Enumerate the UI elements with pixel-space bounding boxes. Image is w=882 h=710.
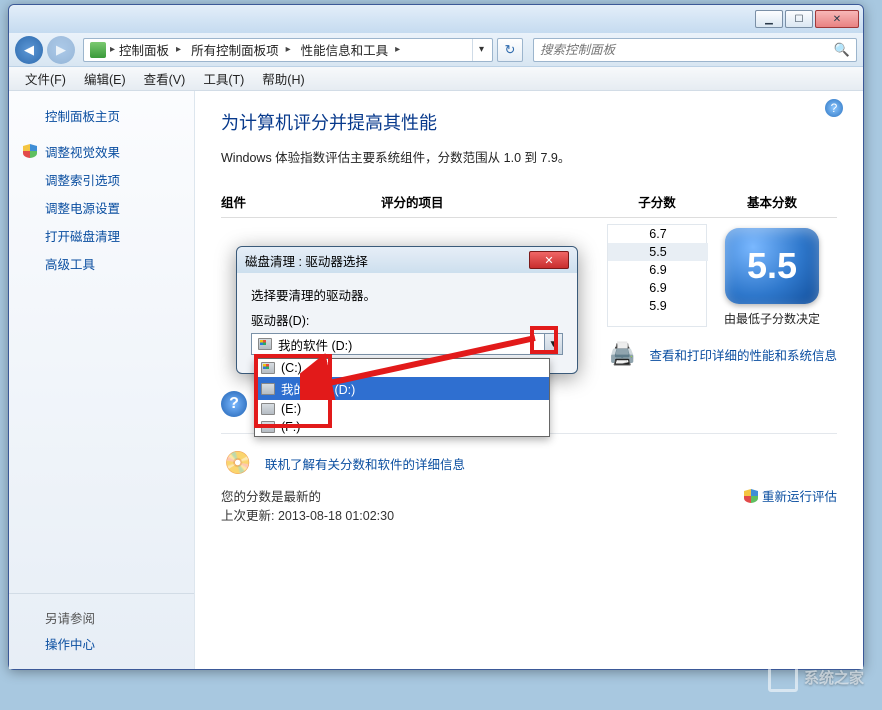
base-score-note: 由最低子分数决定 (724, 310, 820, 327)
dialog-close-button[interactable]: ✕ (529, 251, 569, 269)
sidebar: 控制面板主页 调整视觉效果 调整索引选项 调整电源设置 打开磁盘清理 高级工具 … (9, 91, 195, 669)
link-label: 联机了解有关分数和软件的详细信息 (265, 454, 465, 473)
sidebar-power[interactable]: 调整电源设置 (9, 195, 194, 223)
subscore-value-lowest: 5.5 (608, 243, 708, 261)
menu-help[interactable]: 帮助(H) (254, 67, 312, 90)
status-block: 您的分数是最新的 上次更新: 2013-08-18 01:02:30 重新运行评… (221, 486, 837, 524)
subscore-value: 5.9 (608, 297, 708, 315)
link-label: 重新运行评估 (762, 486, 837, 505)
col-rated-item: 评分的项目 (381, 192, 607, 211)
drive-option-f[interactable]: (F:) (255, 418, 549, 436)
menu-view[interactable]: 查看(V) (136, 67, 194, 90)
base-score-box: 5.5 由最低子分数决定 (707, 224, 837, 327)
shield-icon (23, 144, 37, 158)
nav-toolbar: ◀ ▶ ▸ 控制面板 所有控制面板项 性能信息和工具 ▾ ↻ 🔍 (9, 33, 863, 67)
drive-dropdown-list: (C:) 我的软件 (D:) (E:) (F:) (254, 358, 550, 437)
location-icon (90, 42, 106, 58)
maximize-button[interactable] (785, 10, 813, 28)
search-input[interactable] (540, 43, 834, 57)
sidebar-item-label: 调整视觉效果 (45, 146, 120, 160)
col-subscore: 子分数 (607, 192, 707, 211)
page-title: 为计算机评分并提高其性能 (221, 109, 837, 135)
sidebar-home[interactable]: 控制面板主页 (9, 103, 194, 131)
nav-back-button[interactable]: ◀ (15, 36, 43, 64)
breadcrumb-dropdown[interactable]: ▾ (472, 39, 490, 61)
breadcrumb-control-panel[interactable]: 控制面板 (115, 39, 187, 61)
drive-option-d[interactable]: 我的软件 (D:) (255, 377, 549, 400)
base-score-badge: 5.5 (725, 228, 819, 304)
drive-option-c[interactable]: (C:) (255, 359, 549, 377)
nav-forward-button[interactable]: ▶ (47, 36, 75, 64)
menu-bar: 文件(F) 编辑(E) 查看(V) 工具(T) 帮助(H) (9, 67, 863, 91)
minimize-button[interactable] (755, 10, 783, 28)
sidebar-advanced-tools[interactable]: 高级工具 (9, 251, 194, 279)
sidebar-disk-cleanup[interactable]: 打开磁盘清理 (9, 223, 194, 251)
status-last-updated: 上次更新: 2013-08-18 01:02:30 (221, 505, 744, 524)
dialog-prompt: 选择要清理的驱动器。 (251, 285, 563, 304)
window-titlebar (9, 5, 863, 33)
sidebar-action-center[interactable]: 操作中心 (9, 631, 194, 659)
link-learn-online[interactable]: 📀 联机了解有关分数和软件的详细信息 (221, 450, 837, 476)
score-table-header: 组件 评分的项目 子分数 基本分数 (221, 192, 837, 218)
menu-file[interactable]: 文件(F) (17, 67, 74, 90)
refresh-button[interactable]: ↻ (497, 38, 523, 62)
subscore-value: 6.9 (608, 279, 708, 297)
drive-icon (261, 362, 275, 374)
watermark-logo-icon (768, 662, 798, 692)
combobox-dropdown-button[interactable]: ▼ (544, 334, 562, 354)
drive-option-e[interactable]: (E:) (255, 400, 549, 418)
page-description: Windows 体验指数评估主要系统组件，分数范围从 1.0 到 7.9。 (221, 147, 837, 166)
menu-tools[interactable]: 工具(T) (195, 67, 252, 90)
shield-icon (744, 489, 758, 503)
status-freshness: 您的分数是最新的 (221, 486, 744, 505)
col-component: 组件 (221, 192, 381, 211)
sidebar-indexing[interactable]: 调整索引选项 (9, 167, 194, 195)
link-rerun-assessment[interactable]: 重新运行评估 (744, 486, 837, 505)
window-close-button[interactable] (815, 10, 859, 28)
cd-box-icon: 📀 (221, 450, 255, 476)
drive-selected-value: 我的软件 (D:) (252, 334, 544, 354)
sidebar-see-also: 另请参阅 操作中心 (9, 593, 194, 669)
search-icon: 🔍 (834, 42, 850, 58)
watermark-text: 系统之家 (804, 667, 864, 688)
subscore-value: 6.9 (608, 261, 708, 279)
watermark: 系统之家 (768, 662, 864, 692)
drive-icon (261, 383, 275, 395)
drive-combobox[interactable]: 我的软件 (D:) ▼ (251, 333, 563, 355)
drive-field-label: 驱动器(D): (251, 310, 563, 329)
drive-icon (261, 403, 275, 415)
see-also-label: 另请参阅 (9, 604, 194, 631)
dialog-titlebar[interactable]: 磁盘清理 : 驱动器选择 ✕ (237, 247, 577, 273)
disk-cleanup-dialog: 磁盘清理 : 驱动器选择 ✕ 选择要清理的驱动器。 驱动器(D): 我的软件 (… (236, 246, 578, 374)
drive-icon (261, 421, 275, 433)
link-label: 查看和打印详细的性能和系统信息 (649, 345, 837, 364)
drive-icon (258, 338, 272, 350)
info-icon: ? (221, 391, 247, 417)
printer-icon: 🖨️ (605, 341, 639, 367)
dialog-title-text: 磁盘清理 : 驱动器选择 (245, 251, 368, 270)
breadcrumb[interactable]: ▸ 控制面板 所有控制面板项 性能信息和工具 ▾ (83, 38, 493, 62)
subscore-column: 6.7 5.5 6.9 6.9 5.9 (607, 224, 707, 327)
subscore-value: 6.7 (608, 225, 708, 243)
search-box[interactable]: 🔍 (533, 38, 857, 62)
sidebar-visual-effects[interactable]: 调整视觉效果 (9, 139, 194, 167)
menu-edit[interactable]: 编辑(E) (76, 67, 134, 90)
breadcrumb-performance[interactable]: 性能信息和工具 (297, 39, 407, 61)
breadcrumb-all-items[interactable]: 所有控制面板项 (187, 39, 297, 61)
col-base-score: 基本分数 (707, 192, 837, 211)
